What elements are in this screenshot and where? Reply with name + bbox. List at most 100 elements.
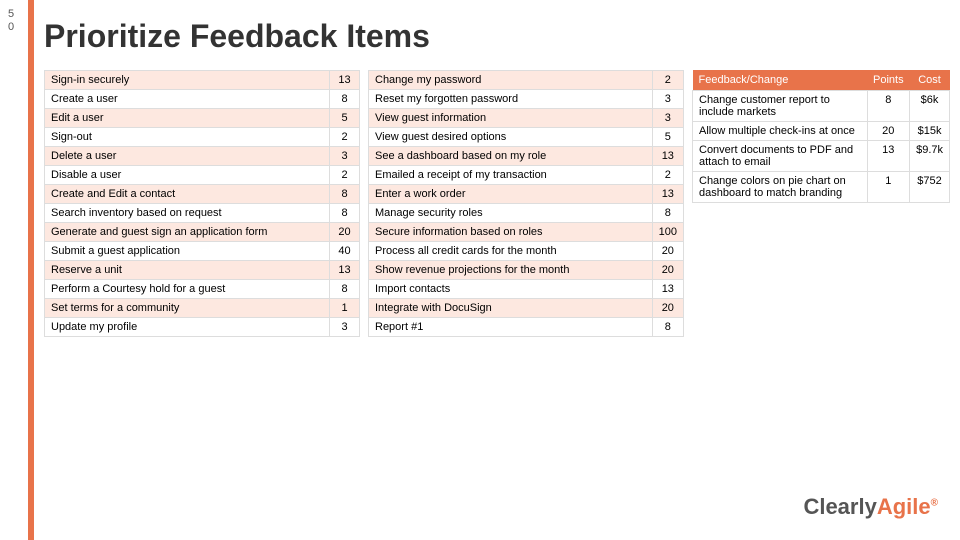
table-row: Sign-out2 bbox=[45, 128, 360, 147]
table-row: Change colors on pie chart on dashboard … bbox=[693, 172, 950, 203]
row-label: Process all credit cards for the month bbox=[369, 242, 653, 261]
column-header: Cost bbox=[910, 70, 950, 91]
table-row: Create a user8 bbox=[45, 90, 360, 109]
row-label: View guest information bbox=[369, 109, 653, 128]
slide-number: 5 0 bbox=[8, 8, 14, 34]
left-tables: Sign-in securely13Create a user8Edit a u… bbox=[44, 70, 684, 530]
table-row: Disable a user2 bbox=[45, 166, 360, 185]
row-points: 5 bbox=[652, 128, 683, 147]
logo: ClearlyAgile® bbox=[803, 494, 938, 520]
row-label: Enter a work order bbox=[369, 185, 653, 204]
right-panel: Feedback/ChangePointsCost Change customer… bbox=[692, 70, 950, 530]
table-row: Report #18 bbox=[369, 318, 684, 337]
table-row: View guest desired options5 bbox=[369, 128, 684, 147]
row-label: Change colors on pie chart on dashboard … bbox=[693, 172, 868, 203]
row-points: 40 bbox=[330, 242, 360, 261]
feedback-table-col1: Sign-in securely13Create a user8Edit a u… bbox=[44, 70, 360, 337]
row-label: Disable a user bbox=[45, 166, 330, 185]
row-points: 13 bbox=[652, 280, 683, 299]
row-points: 20 bbox=[652, 242, 683, 261]
table-row: Change my password2 bbox=[369, 71, 684, 90]
row-label: Reserve a unit bbox=[45, 261, 330, 280]
row-points: 3 bbox=[330, 318, 360, 337]
table-row: Secure information based on roles100 bbox=[369, 223, 684, 242]
column-header: Points bbox=[867, 70, 910, 91]
table-row: Convert documents to PDF and attach to e… bbox=[693, 141, 950, 172]
main-content: Sign-in securely13Create a user8Edit a u… bbox=[44, 70, 950, 530]
row-label: Emailed a receipt of my transaction bbox=[369, 166, 653, 185]
row-points: 8 bbox=[652, 318, 683, 337]
row-points: 3 bbox=[330, 147, 360, 166]
row-label: Generate and guest sign an application f… bbox=[45, 223, 330, 242]
row-points: 13 bbox=[330, 71, 360, 90]
row-points: 3 bbox=[652, 90, 683, 109]
row-label: Change customer report to include market… bbox=[693, 91, 868, 122]
column-header: Feedback/Change bbox=[693, 70, 868, 91]
row-points: 13 bbox=[652, 147, 683, 166]
table-row: Submit a guest application40 bbox=[45, 242, 360, 261]
row-points: 20 bbox=[330, 223, 360, 242]
table-row: Change customer report to include market… bbox=[693, 91, 950, 122]
row-label: Reset my forgotten password bbox=[369, 90, 653, 109]
row-points: 1 bbox=[330, 299, 360, 318]
row-label: Perform a Courtesy hold for a guest bbox=[45, 280, 330, 299]
table-row: Reserve a unit13 bbox=[45, 261, 360, 280]
row-label: Sign-in securely bbox=[45, 71, 330, 90]
row-points: 8 bbox=[652, 204, 683, 223]
row-points: 13 bbox=[652, 185, 683, 204]
right-table: Feedback/ChangePointsCost Change customer… bbox=[692, 70, 950, 203]
table-row: Enter a work order13 bbox=[369, 185, 684, 204]
logo-agile: Agile bbox=[877, 494, 931, 519]
row-points: 8 bbox=[330, 185, 360, 204]
table-row: Perform a Courtesy hold for a guest8 bbox=[45, 280, 360, 299]
row-cost: $6k bbox=[910, 91, 950, 122]
row-label: Change my password bbox=[369, 71, 653, 90]
row-label: Secure information based on roles bbox=[369, 223, 653, 242]
row-points: 20 bbox=[652, 261, 683, 280]
row-label: Create and Edit a contact bbox=[45, 185, 330, 204]
row-label: Integrate with DocuSign bbox=[369, 299, 653, 318]
row-points: 1 bbox=[867, 172, 910, 203]
row-points: 20 bbox=[652, 299, 683, 318]
row-points: 20 bbox=[867, 122, 910, 141]
table-row: Set terms for a community1 bbox=[45, 299, 360, 318]
table-row: Import contacts13 bbox=[369, 280, 684, 299]
row-label: Allow multiple check-ins at once bbox=[693, 122, 868, 141]
row-points: 2 bbox=[330, 166, 360, 185]
table-row: Show revenue projections for the month20 bbox=[369, 261, 684, 280]
accent-bar bbox=[28, 0, 34, 540]
table-row: Search inventory based on request8 bbox=[45, 204, 360, 223]
row-label: Convert documents to PDF and attach to e… bbox=[693, 141, 868, 172]
page-title: Prioritize Feedback Items bbox=[44, 18, 430, 55]
row-label: Sign-out bbox=[45, 128, 330, 147]
table-row: Process all credit cards for the month20 bbox=[369, 242, 684, 261]
row-cost: $15k bbox=[910, 122, 950, 141]
row-points: 8 bbox=[867, 91, 910, 122]
row-cost: $752 bbox=[910, 172, 950, 203]
row-label: Delete a user bbox=[45, 147, 330, 166]
row-label: Import contacts bbox=[369, 280, 653, 299]
row-points: 2 bbox=[652, 71, 683, 90]
row-points: 100 bbox=[652, 223, 683, 242]
row-points: 2 bbox=[652, 166, 683, 185]
row-label: View guest desired options bbox=[369, 128, 653, 147]
table-row: Sign-in securely13 bbox=[45, 71, 360, 90]
row-label: Show revenue projections for the month bbox=[369, 261, 653, 280]
table-row: Allow multiple check-ins at once20$15k bbox=[693, 122, 950, 141]
row-points: 8 bbox=[330, 280, 360, 299]
row-label: Report #1 bbox=[369, 318, 653, 337]
row-label: Search inventory based on request bbox=[45, 204, 330, 223]
table-row: Delete a user3 bbox=[45, 147, 360, 166]
row-points: 8 bbox=[330, 204, 360, 223]
row-label: See a dashboard based on my role bbox=[369, 147, 653, 166]
row-label: Create a user bbox=[45, 90, 330, 109]
table-row: Edit a user5 bbox=[45, 109, 360, 128]
row-points: 8 bbox=[330, 90, 360, 109]
table-row: Update my profile3 bbox=[45, 318, 360, 337]
table-row: See a dashboard based on my role13 bbox=[369, 147, 684, 166]
row-label: Manage security roles bbox=[369, 204, 653, 223]
table-row: Reset my forgotten password3 bbox=[369, 90, 684, 109]
row-points: 13 bbox=[867, 141, 910, 172]
row-points: 2 bbox=[330, 128, 360, 147]
row-label: Update my profile bbox=[45, 318, 330, 337]
